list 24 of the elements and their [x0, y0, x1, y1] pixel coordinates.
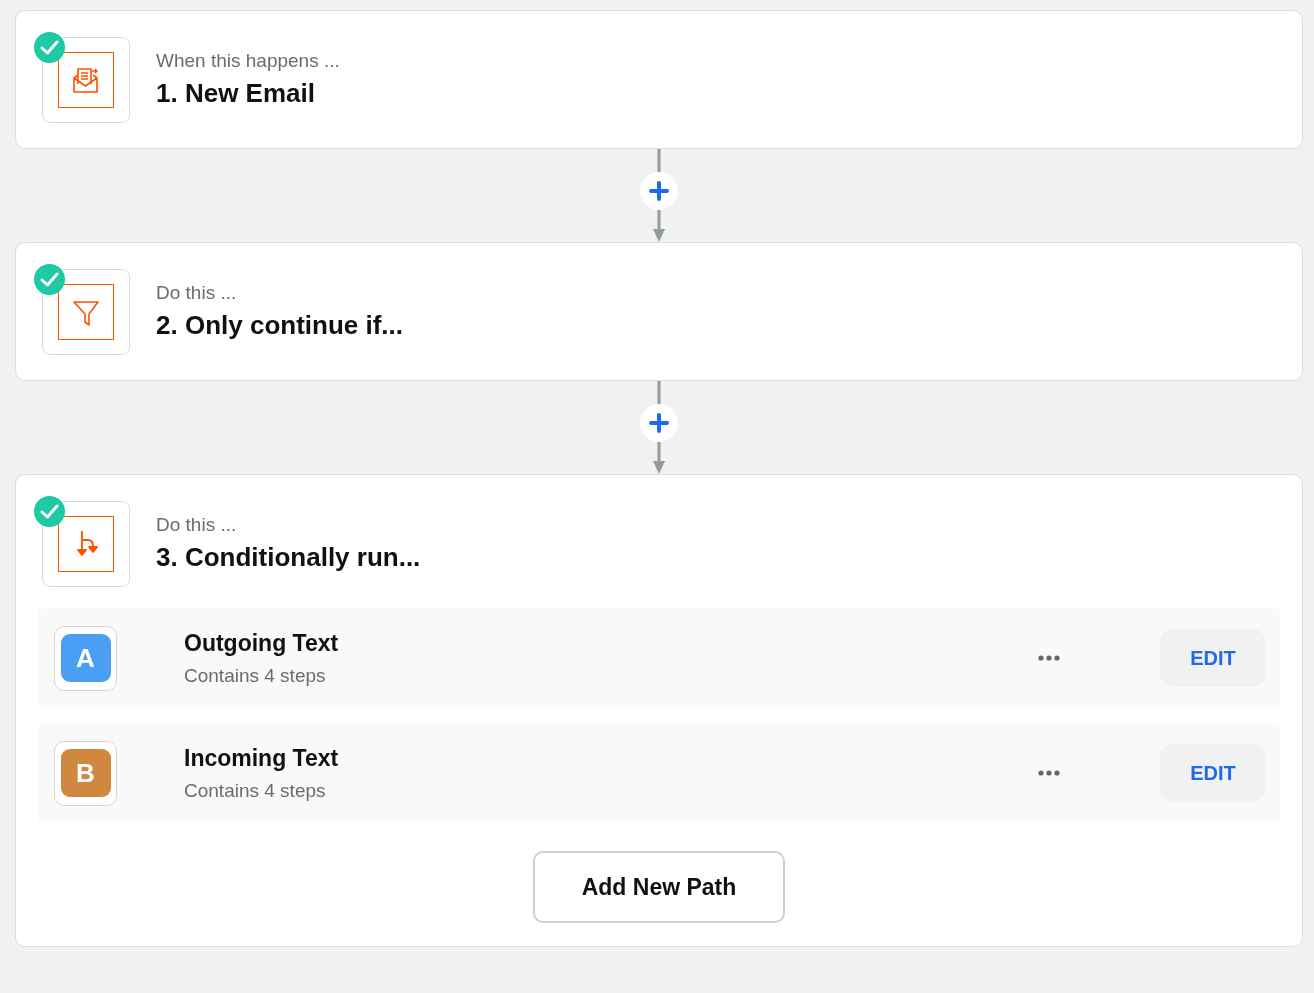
- path-letter-badge: B: [60, 749, 111, 797]
- more-options-icon[interactable]: [1038, 769, 1060, 777]
- step-caption: Do this ...: [156, 282, 238, 304]
- step-caption: Do this ...: [156, 514, 238, 536]
- step-card[interactable]: When this happens ... 1. New Email: [15, 10, 1303, 149]
- add-path-button[interactable]: Add New Path: [533, 851, 785, 923]
- step-title: 3. Conditionally run...: [156, 542, 421, 573]
- step-title: 2. Only continue if...: [156, 310, 404, 341]
- step-caption: When this happens ...: [156, 50, 340, 72]
- path-row[interactable]: A Outgoing Text Contains 4 steps EDIT: [38, 608, 1280, 708]
- more-options-icon[interactable]: [1038, 654, 1060, 662]
- connector-add-step[interactable]: [639, 381, 679, 474]
- path-detail: Contains 4 steps: [184, 664, 327, 687]
- edit-button[interactable]: EDIT: [1160, 744, 1266, 802]
- path-letter-badge: A: [60, 634, 111, 682]
- connector-add-step[interactable]: [639, 149, 679, 242]
- path-detail: Contains 4 steps: [184, 779, 327, 802]
- path-name: Outgoing Text: [184, 629, 340, 657]
- path-name: Incoming Text: [184, 744, 340, 772]
- path-row[interactable]: B Incoming Text Contains 4 steps EDIT: [38, 723, 1280, 823]
- step-card[interactable]: Do this ... 2. Only continue if...: [15, 242, 1303, 381]
- step-card[interactable]: Do this ... 3. Conditionally run... A Outgoing Text Contains 4 steps EDIT B Incoming Text Contains 4 steps EDIT Add New Path: [15, 474, 1303, 947]
- edit-button[interactable]: EDIT: [1160, 629, 1266, 687]
- step-title: 1. New Email: [156, 78, 316, 109]
